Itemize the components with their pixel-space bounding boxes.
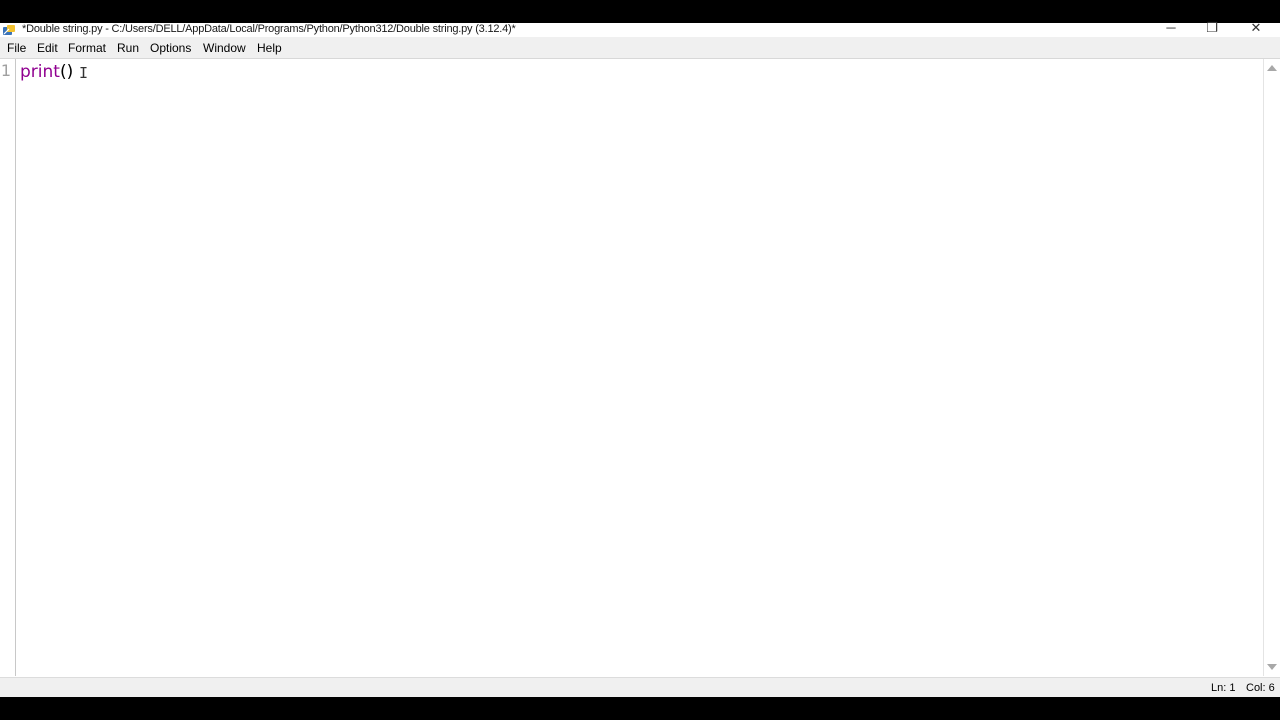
menu-bar: File Edit Format Run Options Window Help bbox=[0, 37, 1280, 58]
column-indicator: Col: 6 bbox=[1246, 682, 1275, 694]
minimize-button[interactable]: ─ bbox=[1156, 21, 1186, 35]
letterbox-top bbox=[0, 0, 1280, 23]
python-idle-icon bbox=[3, 25, 15, 35]
scroll-up-arrow-icon[interactable] bbox=[1267, 65, 1277, 71]
editor-frame: 1 print() I bbox=[0, 58, 1280, 678]
close-button[interactable]: ✕ bbox=[1241, 21, 1271, 35]
menu-options[interactable]: Options bbox=[150, 40, 191, 56]
window-title: *Double string.py - C:/Users/DELL/AppDat… bbox=[22, 23, 516, 35]
idle-editor-window: *Double string.py - C:/Users/DELL/AppDat… bbox=[0, 21, 1280, 698]
line-number-gutter: 1 bbox=[0, 59, 16, 676]
menu-file[interactable]: File bbox=[7, 40, 26, 56]
text-cursor-icon: I bbox=[79, 64, 89, 82]
menu-run[interactable]: Run bbox=[117, 40, 139, 56]
line-indicator: Ln: 1 bbox=[1211, 682, 1236, 694]
letterbox-bottom bbox=[0, 697, 1280, 720]
code-line[interactable]: print() bbox=[20, 61, 73, 83]
builtin-keyword: print bbox=[20, 62, 60, 82]
menu-edit[interactable]: Edit bbox=[37, 40, 58, 56]
scroll-down-arrow-icon[interactable] bbox=[1267, 664, 1277, 670]
code-text: () bbox=[59, 62, 74, 82]
status-bar: Ln: 1 Col: 6 bbox=[0, 677, 1280, 698]
line-number: 1 bbox=[0, 61, 11, 80]
maximize-button[interactable]: ❐ bbox=[1197, 21, 1227, 35]
menu-window[interactable]: Window bbox=[203, 40, 246, 56]
vertical-scrollbar[interactable] bbox=[1263, 59, 1280, 676]
menu-format[interactable]: Format bbox=[68, 40, 106, 56]
title-bar[interactable]: *Double string.py - C:/Users/DELL/AppDat… bbox=[0, 21, 1280, 37]
code-editor[interactable]: print() I bbox=[16, 59, 1264, 676]
menu-help[interactable]: Help bbox=[257, 40, 282, 56]
